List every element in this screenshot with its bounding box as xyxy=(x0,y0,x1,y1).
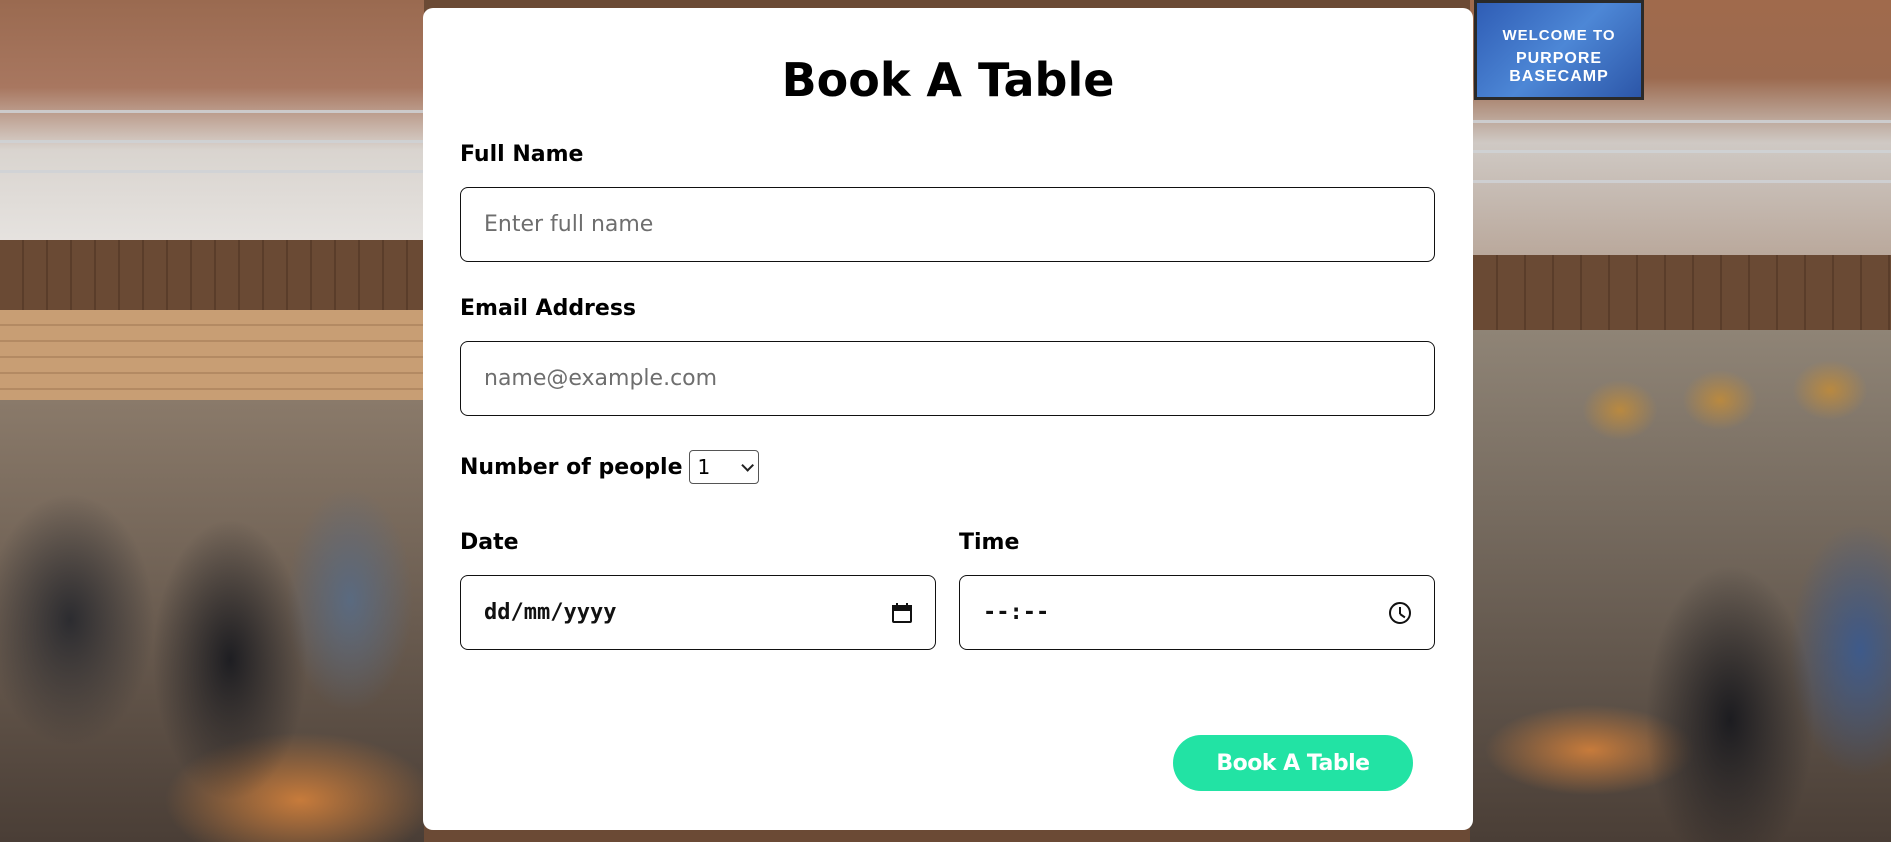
book-table-button[interactable]: Book A Table xyxy=(1173,735,1413,791)
page-title: Book A Table xyxy=(781,53,1115,107)
wood-panel-right xyxy=(1470,255,1891,335)
crowd-right xyxy=(1470,330,1891,842)
sign-line-2: PURPORE BASECAMP xyxy=(1509,50,1609,85)
time-label: Time xyxy=(959,530,1020,555)
time-input[interactable]: --:-- xyxy=(959,575,1435,650)
full-name-input[interactable] xyxy=(460,187,1435,262)
welcome-sign: WELCOME TO PURPORE BASECAMP xyxy=(1474,0,1644,100)
sign-line-1: WELCOME TO xyxy=(1502,27,1616,44)
clock-icon[interactable] xyxy=(1389,601,1411,624)
date-time-row: Date dd/mm/yyyy Time --:-- xyxy=(460,530,1436,650)
date-label: Date xyxy=(460,530,519,555)
calendar-icon[interactable] xyxy=(892,602,912,623)
railing xyxy=(1470,120,1891,123)
railing xyxy=(0,170,424,173)
railing xyxy=(0,110,424,113)
people-select[interactable]: 1 xyxy=(688,450,759,484)
crowd-left xyxy=(0,400,424,842)
railing xyxy=(0,140,424,143)
people-label: Number of people xyxy=(460,454,683,480)
people-row: Number of people 1 xyxy=(460,450,1436,484)
booking-card: Book A Table Full Name Email Address Num… xyxy=(423,8,1473,830)
people-selected-value: 1 xyxy=(697,455,711,479)
date-placeholder: dd/mm/yyyy xyxy=(484,600,617,625)
email-input[interactable] xyxy=(460,341,1435,416)
mezzanine-left xyxy=(0,0,424,250)
full-name-label: Full Name xyxy=(460,142,584,167)
railing xyxy=(1470,150,1891,153)
chevron-down-icon xyxy=(740,458,754,472)
date-input[interactable]: dd/mm/yyyy xyxy=(460,575,936,650)
email-label: Email Address xyxy=(460,296,637,321)
date-column: Date dd/mm/yyyy xyxy=(460,530,936,650)
railing xyxy=(1470,180,1891,183)
time-column: Time --:-- xyxy=(959,530,1435,650)
time-placeholder: --:-- xyxy=(983,600,1050,625)
wood-panel-left xyxy=(0,240,424,310)
